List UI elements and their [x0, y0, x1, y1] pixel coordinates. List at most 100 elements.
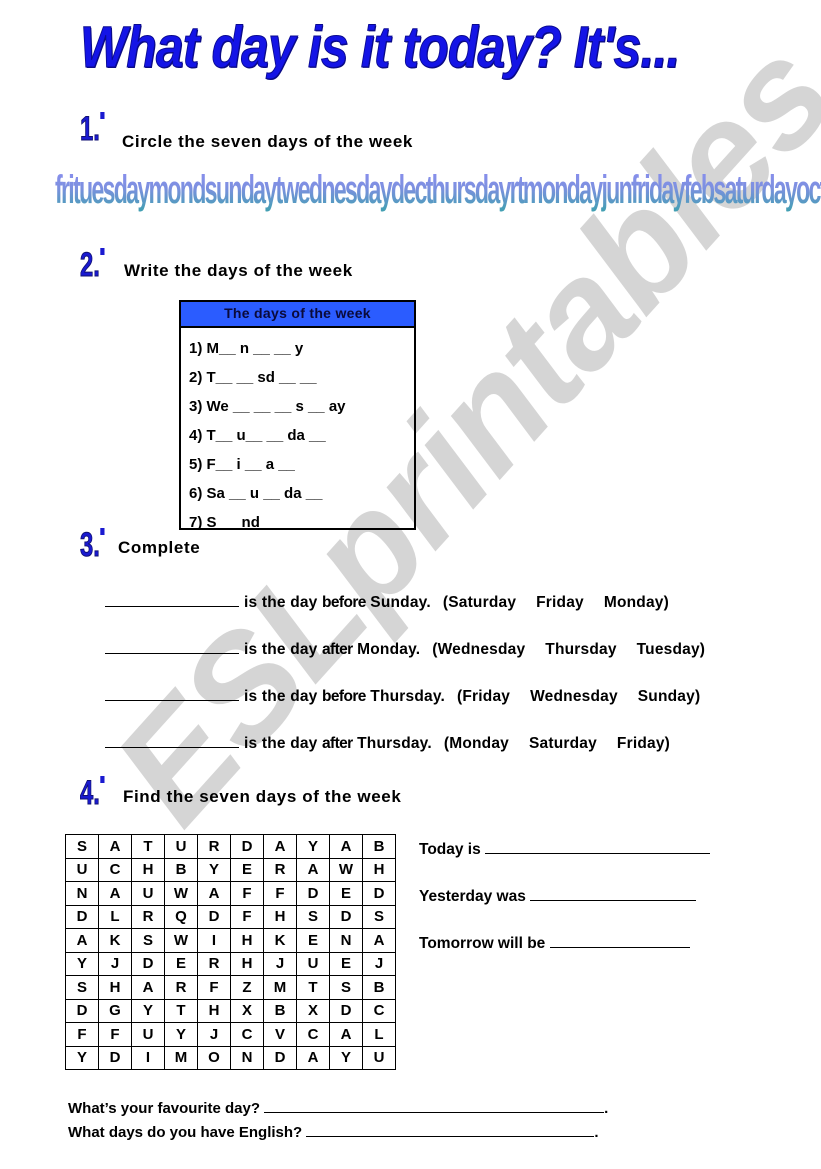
grid-cell[interactable]: Y: [65, 951, 99, 976]
grid-cell[interactable]: A: [362, 928, 396, 953]
grid-cell[interactable]: D: [230, 834, 264, 859]
grid-cell[interactable]: R: [131, 904, 165, 929]
answer-line[interactable]: [485, 841, 711, 854]
grid-cell[interactable]: H: [230, 951, 264, 976]
answer-line[interactable]: [306, 1124, 595, 1137]
grid-cell[interactable]: S: [65, 975, 99, 1000]
grid-cell[interactable]: T: [296, 975, 330, 1000]
grid-cell[interactable]: T: [131, 834, 165, 859]
grid-cell[interactable]: U: [131, 881, 165, 906]
day-item[interactable]: 7) S __ nd __ __: [189, 508, 414, 537]
grid-cell[interactable]: E: [230, 857, 264, 882]
grid-cell[interactable]: I: [197, 928, 231, 953]
grid-cell[interactable]: Y: [65, 1045, 99, 1070]
grid-cell[interactable]: E: [329, 881, 363, 906]
grid-cell[interactable]: J: [98, 951, 132, 976]
answer-line[interactable]: [530, 888, 697, 901]
grid-cell[interactable]: Q: [164, 904, 198, 929]
grid-cell[interactable]: W: [164, 881, 198, 906]
grid-cell[interactable]: R: [197, 951, 231, 976]
grid-cell[interactable]: K: [263, 928, 297, 953]
grid-cell[interactable]: D: [65, 904, 99, 929]
grid-cell[interactable]: R: [263, 857, 297, 882]
grid-cell[interactable]: X: [296, 998, 330, 1023]
grid-cell[interactable]: D: [296, 881, 330, 906]
grid-cell[interactable]: F: [263, 881, 297, 906]
grid-cell[interactable]: U: [65, 857, 99, 882]
grid-cell[interactable]: N: [329, 928, 363, 953]
grid-cell[interactable]: B: [362, 834, 396, 859]
grid-cell[interactable]: B: [164, 857, 198, 882]
day-item[interactable]: 2) T__ __ sd __ __: [189, 363, 414, 392]
grid-cell[interactable]: A: [98, 881, 132, 906]
grid-cell[interactable]: A: [131, 975, 165, 1000]
grid-cell[interactable]: J: [197, 1022, 231, 1047]
grid-cell[interactable]: K: [98, 928, 132, 953]
day-item[interactable]: 1) M__ n __ __ y: [189, 334, 414, 363]
grid-cell[interactable]: O: [197, 1045, 231, 1070]
grid-cell[interactable]: R: [164, 975, 198, 1000]
grid-cell[interactable]: L: [98, 904, 132, 929]
grid-cell[interactable]: E: [164, 951, 198, 976]
grid-cell[interactable]: Y: [329, 1045, 363, 1070]
grid-cell[interactable]: H: [197, 998, 231, 1023]
grid-cell[interactable]: A: [329, 834, 363, 859]
grid-cell[interactable]: W: [164, 928, 198, 953]
day-item[interactable]: 5) F__ i __ a __: [189, 450, 414, 479]
answer-line[interactable]: [549, 935, 690, 948]
grid-cell[interactable]: H: [263, 904, 297, 929]
grid-cell[interactable]: T: [164, 998, 198, 1023]
grid-cell[interactable]: C: [362, 998, 396, 1023]
grid-cell[interactable]: H: [98, 975, 132, 1000]
answer-blank[interactable]: [105, 733, 239, 748]
grid-cell[interactable]: C: [230, 1022, 264, 1047]
grid-cell[interactable]: S: [131, 928, 165, 953]
grid-cell[interactable]: J: [362, 951, 396, 976]
grid-cell[interactable]: D: [65, 998, 99, 1023]
grid-cell[interactable]: N: [230, 1045, 264, 1070]
grid-cell[interactable]: A: [296, 1045, 330, 1070]
grid-cell[interactable]: U: [131, 1022, 165, 1047]
grid-cell[interactable]: H: [362, 857, 396, 882]
grid-cell[interactable]: D: [362, 881, 396, 906]
grid-cell[interactable]: C: [98, 857, 132, 882]
grid-cell[interactable]: R: [197, 834, 231, 859]
grid-cell[interactable]: Y: [164, 1022, 198, 1047]
grid-cell[interactable]: X: [230, 998, 264, 1023]
answer-blank[interactable]: [105, 686, 239, 701]
grid-cell[interactable]: N: [65, 881, 99, 906]
grid-cell[interactable]: M: [263, 975, 297, 1000]
grid-cell[interactable]: D: [263, 1045, 297, 1070]
grid-cell[interactable]: S: [329, 975, 363, 1000]
grid-cell[interactable]: D: [197, 904, 231, 929]
answer-blank[interactable]: [105, 639, 239, 654]
grid-cell[interactable]: F: [197, 975, 231, 1000]
grid-cell[interactable]: U: [296, 951, 330, 976]
day-item[interactable]: 6) Sa __ u __ da __: [189, 479, 414, 508]
grid-cell[interactable]: D: [131, 951, 165, 976]
grid-cell[interactable]: L: [362, 1022, 396, 1047]
grid-cell[interactable]: B: [263, 998, 297, 1023]
grid-cell[interactable]: C: [296, 1022, 330, 1047]
grid-cell[interactable]: A: [98, 834, 132, 859]
grid-cell[interactable]: H: [131, 857, 165, 882]
grid-cell[interactable]: F: [98, 1022, 132, 1047]
grid-cell[interactable]: D: [329, 904, 363, 929]
grid-cell[interactable]: F: [65, 1022, 99, 1047]
answer-line[interactable]: [264, 1100, 605, 1113]
grid-cell[interactable]: I: [131, 1045, 165, 1070]
grid-cell[interactable]: G: [98, 998, 132, 1023]
grid-cell[interactable]: E: [296, 928, 330, 953]
grid-cell[interactable]: F: [230, 904, 264, 929]
grid-cell[interactable]: A: [197, 881, 231, 906]
grid-cell[interactable]: F: [230, 881, 264, 906]
grid-cell[interactable]: D: [329, 998, 363, 1023]
grid-cell[interactable]: W: [329, 857, 363, 882]
grid-cell[interactable]: V: [263, 1022, 297, 1047]
grid-cell[interactable]: A: [65, 928, 99, 953]
grid-cell[interactable]: A: [329, 1022, 363, 1047]
grid-cell[interactable]: Y: [296, 834, 330, 859]
grid-cell[interactable]: S: [362, 904, 396, 929]
grid-cell[interactable]: Y: [131, 998, 165, 1023]
grid-cell[interactable]: M: [164, 1045, 198, 1070]
